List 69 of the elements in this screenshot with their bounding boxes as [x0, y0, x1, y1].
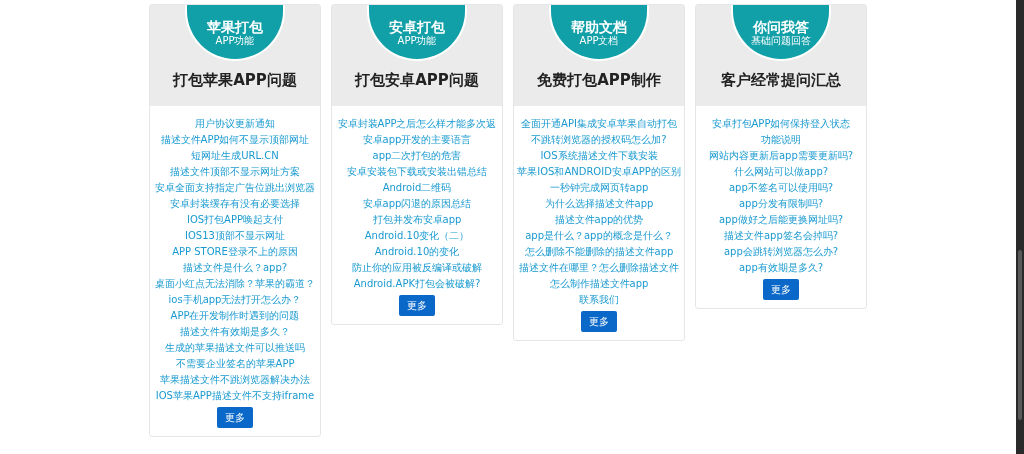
article-link[interactable]: app是什么？app的概念是什么？ [525, 227, 673, 244]
badge-subtitle: APP文档 [579, 35, 619, 47]
article-link[interactable]: 用户协议更新通知 [195, 115, 275, 132]
article-link[interactable]: 安卓app闪退的原因总结 [362, 195, 472, 212]
badge-subtitle: APP功能 [397, 35, 437, 47]
card-title: 打包苹果APP问题 [173, 70, 297, 91]
article-link[interactable]: 安卓封装缓存有没有必要选择 [170, 195, 300, 212]
article-link[interactable]: 安卓安装包下载或安装出错总结 [347, 163, 487, 180]
article-link[interactable]: 全面开通API集成安卓苹果自动打包 [521, 115, 677, 132]
article-link[interactable]: 打包并发布安卓app [372, 211, 462, 228]
article-link[interactable]: 描述文件顶部不显示网址方案 [170, 163, 300, 180]
article-link[interactable]: 描述文件在哪里？怎么删除描述文件 [519, 259, 679, 276]
article-link[interactable]: Android二维码 [382, 179, 452, 196]
badge-title: 苹果打包 [207, 19, 263, 35]
article-link[interactable]: app做好之后能更换网址吗? [718, 211, 844, 228]
article-link[interactable]: 描述文件APP如何不显示顶部网址 [160, 131, 310, 148]
scrollbar[interactable] [1016, 0, 1024, 454]
badge-subtitle: 基础问题回答 [751, 35, 811, 47]
article-link[interactable]: Android.10的变化 [374, 243, 460, 260]
article-link[interactable]: IOS苹果APP描述文件不支持iframe [155, 387, 315, 404]
article-link[interactable]: IOS13顶部不显示网址 [185, 227, 285, 244]
article-link[interactable]: 桌面小红点无法消除？苹果的霸道？ [155, 275, 315, 292]
card-title: 客户经常提问汇总 [721, 70, 841, 91]
article-link[interactable]: 安卓打包APP如何保持登入状态 [711, 115, 851, 132]
article-link[interactable]: 功能说明 [761, 131, 801, 148]
article-link[interactable]: 不需要企业签名的苹果APP [175, 355, 295, 372]
more-button[interactable]: 更多 [763, 278, 799, 300]
badge-title: 安卓打包 [389, 19, 445, 35]
more-button[interactable]: 更多 [581, 310, 617, 332]
scrollbar-thumb[interactable] [1018, 250, 1022, 420]
badge-title: 你问我答 [753, 19, 809, 35]
article-link[interactable]: APP STORE登录不上的原因 [172, 243, 298, 260]
article-link[interactable]: 安卓app开发的主要语言 [362, 131, 472, 148]
article-link[interactable]: APP在开发制作时遇到的问题 [170, 307, 300, 324]
article-link[interactable]: IOS打包APP唤起支付 [186, 211, 284, 228]
article-link[interactable]: Android.10变化（二） [364, 227, 470, 244]
badge-title: 帮助文档 [571, 19, 627, 35]
article-link[interactable]: 描述文件app签名会掉吗? [723, 227, 839, 244]
article-link[interactable]: 一秒钟完成网页转app [549, 179, 649, 196]
article-link[interactable]: 苹果IOS和ANDROID安卓APP的区别 [517, 163, 681, 180]
article-link[interactable]: 短网址生成URL.CN [191, 147, 279, 164]
article-link[interactable]: 描述文件是什么？app? [182, 259, 288, 276]
article-link[interactable]: 生成的苹果描述文件可以推送吗 [165, 339, 305, 356]
article-link[interactable]: 描述文件有效期是多久？ [180, 323, 290, 340]
article-link[interactable]: app二次打包的危害 [372, 147, 462, 164]
article-link[interactable]: 网站内容更新后app需要更新吗? [708, 147, 854, 164]
more-button[interactable]: 更多 [217, 406, 253, 428]
article-link[interactable]: 防止你的应用被反编译或破解 [352, 259, 482, 276]
article-link[interactable]: app不签名可以使用吗? [728, 179, 834, 196]
article-link[interactable]: 安卓封装APP之后怎么样才能多次返 [337, 115, 497, 132]
badge-subtitle: APP功能 [215, 35, 255, 47]
article-link[interactable]: 安卓全面支持指定广告位跳出浏览器 [155, 179, 315, 196]
article-link[interactable]: app会跳转浏览器怎么办? [723, 243, 839, 260]
article-link[interactable]: 苹果描述文件不跳浏览器解决办法 [160, 371, 310, 388]
article-link[interactable]: 为什么选择描述文件app [544, 195, 654, 212]
article-link[interactable]: 什么网站可以做app? [733, 163, 829, 180]
article-link[interactable]: app有效期是多久? [738, 259, 824, 276]
article-link[interactable]: 不跳转浏览器的授权码怎么加? [531, 131, 667, 148]
article-link[interactable]: 联系我们 [579, 291, 619, 308]
article-link[interactable]: 描述文件app的优势 [554, 211, 644, 228]
article-link[interactable]: app分发有限制吗? [738, 195, 824, 212]
article-link[interactable]: 怎么制作描述文件app [549, 275, 649, 292]
article-link[interactable]: 怎么删除不能删除的描述文件app [524, 243, 674, 260]
article-link[interactable]: ios手机app无法打开怎么办？ [168, 291, 302, 308]
card-title: 免费打包APP制作 [537, 70, 661, 91]
card-title: 打包安卓APP问题 [355, 70, 479, 91]
more-button[interactable]: 更多 [399, 294, 435, 316]
article-link[interactable]: IOS系统描述文件下载安装 [540, 147, 658, 164]
article-link[interactable]: Android.APK打包会被破解? [353, 275, 481, 292]
